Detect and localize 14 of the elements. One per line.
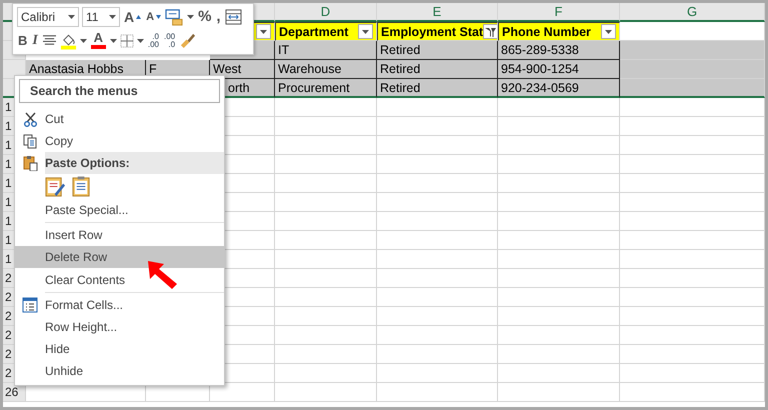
table-cell: 865-289-5338 <box>498 41 620 60</box>
header-label: Employment Stat <box>381 24 484 38</box>
table-cell: Retired <box>377 79 498 98</box>
table-cell: IT <box>275 41 377 60</box>
header-label: Phone Number <box>502 24 591 38</box>
table-cell: Retired <box>377 60 498 79</box>
table-cell: West <box>210 60 275 79</box>
table-cell: 954-900-1254 <box>498 60 620 79</box>
table-cell: Warehouse <box>275 60 377 79</box>
menu-section-header: Paste Options: <box>45 152 224 174</box>
header-label: Department <box>279 24 348 38</box>
table-cell: Retired <box>377 41 498 60</box>
table-cell: 920-234-0569 <box>498 79 620 98</box>
table-cell: Procurement <box>275 79 377 98</box>
